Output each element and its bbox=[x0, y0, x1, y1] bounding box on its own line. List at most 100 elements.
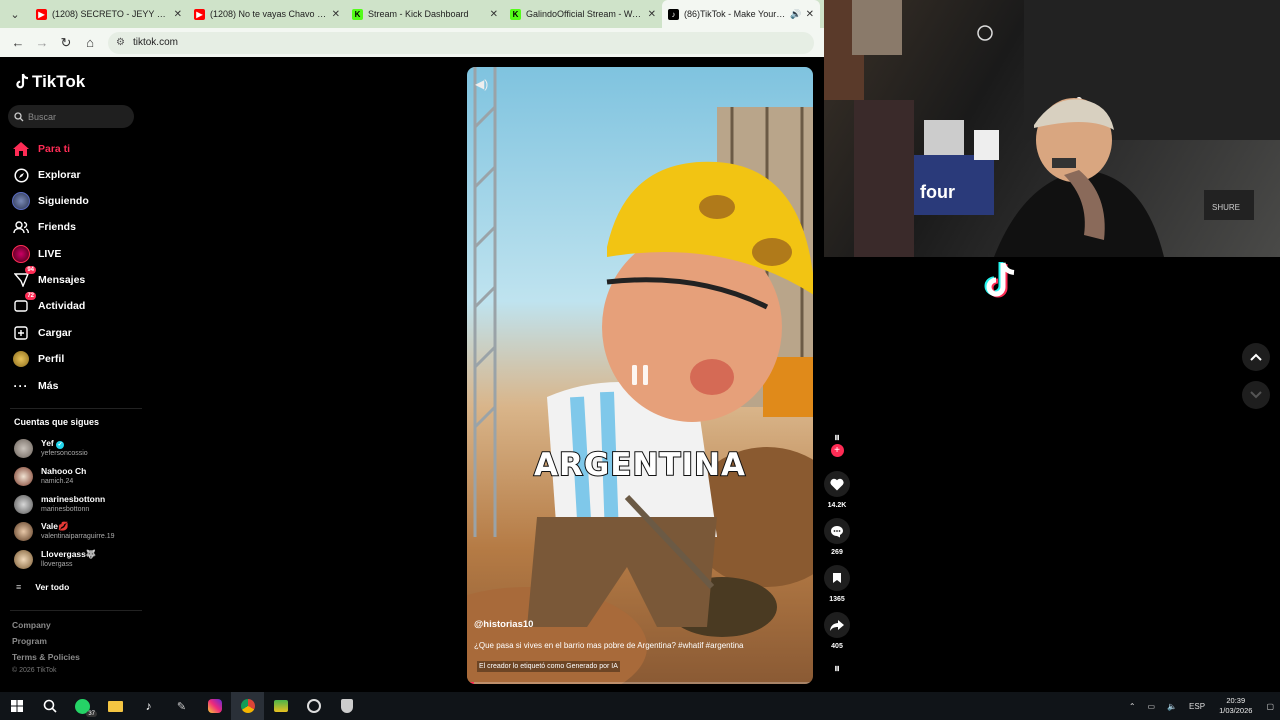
creator-avatar[interactable]: Ⅲ + bbox=[823, 434, 851, 457]
nav-item-actividad[interactable]: 72 Actividad bbox=[12, 292, 86, 315]
following-account[interactable]: marinesbottonn marinesbottonn bbox=[14, 494, 105, 514]
search-icon bbox=[43, 699, 57, 713]
nav-label: LIVE bbox=[38, 248, 62, 260]
browser-tab-2[interactable]: ▶ (1208) No te vayas Chavo - You ✕ bbox=[188, 0, 346, 28]
video-caption: ¿Que pasa si vives en el barrio mas pobr… bbox=[474, 641, 744, 650]
account-handle: valentinaiparraguirre.19 bbox=[41, 533, 115, 540]
taskbar-obs[interactable] bbox=[297, 692, 330, 720]
browser-tab-5[interactable]: ♪ (86)TikTok - Make Your Day 🔊 ✕ bbox=[662, 0, 820, 28]
forward-icon[interactable]: → bbox=[30, 31, 54, 55]
pause-icon[interactable] bbox=[625, 360, 655, 390]
close-tab-icon[interactable]: ✕ bbox=[490, 9, 498, 20]
nav-label: Actividad bbox=[38, 300, 86, 312]
home-icon[interactable]: ⌂ bbox=[78, 31, 102, 55]
taskbar-app[interactable] bbox=[330, 692, 363, 720]
tiktok-logo[interactable]: TikTok bbox=[14, 72, 85, 92]
reload-icon[interactable]: ↻ bbox=[54, 31, 78, 55]
account-handle: namich.24 bbox=[41, 478, 74, 485]
footer-link-company[interactable]: Company bbox=[12, 620, 51, 630]
network-icon[interactable]: ▭ bbox=[1148, 702, 1156, 711]
live-icon bbox=[12, 245, 30, 263]
back-icon[interactable]: ← bbox=[6, 31, 30, 55]
previous-video-button[interactable] bbox=[1242, 343, 1270, 371]
comment-icon bbox=[824, 518, 850, 544]
music-disc[interactable]: Ⅲ bbox=[823, 665, 851, 673]
taskbar-app[interactable] bbox=[264, 692, 297, 720]
close-tab-icon[interactable]: ✕ bbox=[174, 9, 182, 20]
heart-icon bbox=[824, 471, 850, 497]
close-tab-icon[interactable]: ✕ bbox=[648, 9, 656, 20]
nav-item-friends[interactable]: Friends bbox=[12, 218, 76, 236]
nav-label: Explorar bbox=[38, 169, 81, 181]
nav-item-mensajes[interactable]: 94 Mensajes bbox=[12, 266, 85, 289]
ai-generated-label: El creador lo etiquetó como Generado por… bbox=[477, 661, 620, 672]
see-all-link[interactable]: ≡ Ver todo bbox=[16, 582, 69, 592]
search-input[interactable]: Buscar bbox=[8, 105, 134, 128]
following-account[interactable]: Yef ✓ yefersoncossio bbox=[14, 438, 88, 458]
comment-button[interactable]: 269 bbox=[823, 518, 851, 556]
home-icon bbox=[12, 140, 30, 158]
taskbar-chrome[interactable] bbox=[231, 692, 264, 720]
volume-icon[interactable]: ◀) bbox=[475, 77, 488, 91]
nav-item-explorar[interactable]: Explorar bbox=[12, 166, 81, 184]
browser-tab-1[interactable]: ▶ (1208) SECRETO - JEYY LUCAS 🎒 ✕ bbox=[30, 0, 188, 28]
tab-title: (1208) No te vayas Chavo - You bbox=[210, 9, 328, 19]
clock-time: 20:39 bbox=[1226, 696, 1246, 705]
feather-icon: ✎ bbox=[176, 700, 187, 713]
volume-icon[interactable]: 🔈 bbox=[1167, 702, 1177, 711]
next-video-button[interactable] bbox=[1242, 381, 1270, 409]
taskbar-whatsapp[interactable]: 37 bbox=[66, 692, 99, 720]
webcam-image: four SHURE bbox=[824, 0, 1280, 257]
browser-tab-4[interactable]: K GalindoOfficial Stream - Watch ✕ bbox=[504, 0, 662, 28]
browser-tab-3[interactable]: K Stream - Kick Dashboard ✕ bbox=[346, 0, 504, 28]
account-name: Vale💋 bbox=[41, 521, 69, 531]
site-info-icon[interactable]: ⚙ bbox=[116, 37, 125, 48]
video-progress-bar[interactable] bbox=[467, 682, 813, 684]
nav-item-para-ti[interactable]: Para ti bbox=[12, 140, 70, 158]
nav-item-siguiendo[interactable]: Siguiendo bbox=[12, 192, 89, 210]
tiktok-logo-icon bbox=[16, 73, 29, 89]
nav-item-mas[interactable]: ··· Más bbox=[12, 377, 59, 395]
nav-item-cargar[interactable]: Cargar bbox=[12, 324, 72, 342]
tab-title: GalindoOfficial Stream - Watch bbox=[526, 9, 644, 19]
taskbar-search-button[interactable] bbox=[33, 692, 66, 720]
following-account[interactable]: Vale💋 valentinaiparraguirre.19 bbox=[14, 521, 115, 541]
notification-icon[interactable]: ▢ bbox=[1266, 702, 1274, 711]
address-bar[interactable]: ⚙ tiktok.com bbox=[108, 31, 814, 54]
nav-item-perfil[interactable]: Perfil bbox=[12, 350, 64, 368]
speaker-icon[interactable]: 🔊 bbox=[790, 9, 801, 20]
save-button[interactable]: 1365 bbox=[823, 565, 851, 603]
clock-date: 1/03/2026 bbox=[1219, 706, 1253, 715]
start-button[interactable] bbox=[0, 692, 33, 720]
taskbar-file-explorer[interactable] bbox=[99, 692, 132, 720]
chevron-up-icon[interactable]: ⌃ bbox=[1129, 702, 1136, 711]
nav-item-live[interactable]: LIVE bbox=[12, 245, 61, 263]
nav-label: Friends bbox=[38, 221, 76, 233]
language-indicator[interactable]: ESP bbox=[1189, 702, 1205, 711]
kick-icon: K bbox=[352, 8, 363, 20]
video-player[interactable]: ◀) ARGENTINA @historias10 ¿Que pasa si v… bbox=[467, 67, 813, 684]
close-tab-icon[interactable]: ✕ bbox=[806, 9, 814, 20]
obs-icon bbox=[306, 699, 321, 713]
follow-plus-icon[interactable]: + bbox=[830, 444, 844, 457]
footer-link-program[interactable]: Program bbox=[12, 636, 47, 646]
video-author[interactable]: @historias10 bbox=[474, 619, 533, 630]
taskbar-app[interactable]: ✎ bbox=[165, 692, 198, 720]
following-account[interactable]: Nahooo Ch namich.24 bbox=[14, 466, 86, 486]
webcam-overlay: four SHURE bbox=[824, 0, 1280, 257]
nav-label: Siguiendo bbox=[38, 195, 89, 207]
taskbar-instagram[interactable] bbox=[198, 692, 231, 720]
comment-count: 269 bbox=[831, 549, 843, 556]
share-button[interactable]: 405 bbox=[823, 612, 851, 650]
share-count: 405 bbox=[831, 643, 843, 650]
close-tab-icon[interactable]: ✕ bbox=[332, 9, 340, 20]
chevron-down-icon bbox=[1250, 391, 1262, 399]
folder-icon bbox=[108, 700, 123, 712]
avatar: Ⅲ bbox=[834, 435, 840, 442]
taskbar-tiktok[interactable]: ♪ bbox=[132, 692, 165, 720]
following-account[interactable]: Llovergass🐺 llovergass bbox=[14, 549, 96, 569]
clock[interactable]: 20:39 1/03/2026 bbox=[1219, 696, 1252, 716]
footer-link-terms[interactable]: Terms & Policies bbox=[12, 652, 80, 662]
like-button[interactable]: 14.2K bbox=[823, 471, 851, 509]
tab-search-button[interactable]: ⌄ bbox=[4, 3, 26, 25]
